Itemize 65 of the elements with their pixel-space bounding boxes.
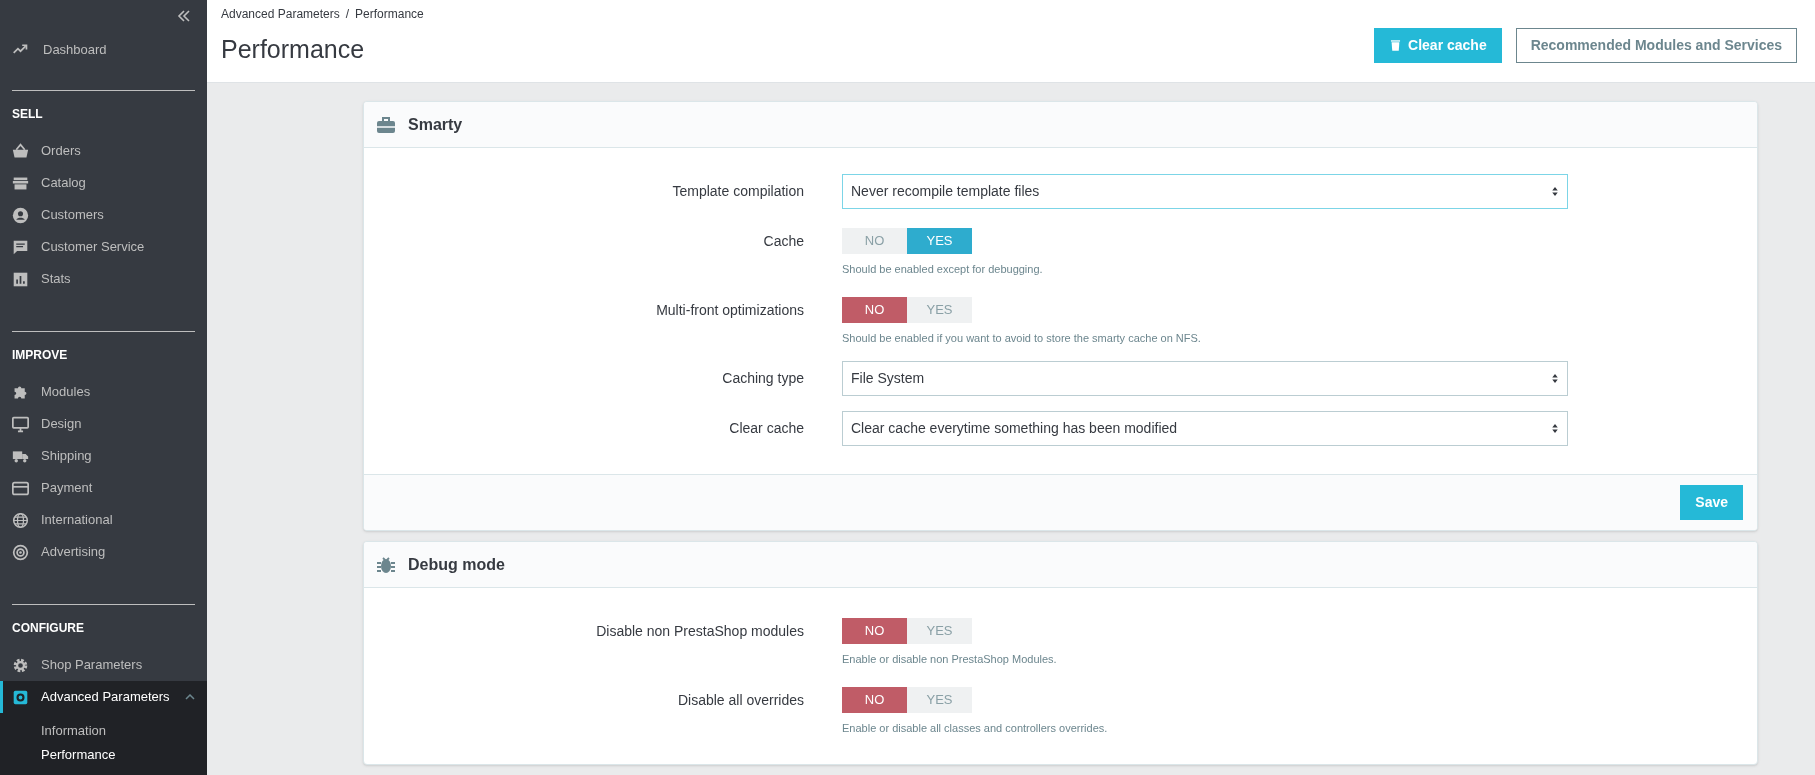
sidebar-item[interactable]: Advanced Parameters	[0, 681, 207, 713]
help-text: Enable or disable non PrestaShop Modules.	[842, 652, 1057, 667]
sidebar-item[interactable]: Shipping	[12, 440, 195, 472]
breadcrumb-separator: /	[345, 6, 350, 23]
globe-icon	[12, 511, 29, 529]
double-chevron-icon	[177, 10, 191, 22]
field-label: Disable non PrestaShop modules	[595, 622, 805, 641]
sidebar-item[interactable]: Advertising	[12, 536, 195, 568]
sort-arrows-icon	[1551, 186, 1559, 197]
field-label: Template compilation	[671, 182, 805, 201]
panel-title: Smarty	[408, 114, 463, 135]
toggle-option[interactable]: NO	[842, 296, 907, 323]
section-heading: CONFIGURE	[12, 620, 85, 637]
select-field[interactable]: Never recompile template files	[842, 174, 1568, 209]
submenu-item[interactable]: Information	[41, 719, 207, 743]
trash-icon	[1389, 38, 1403, 53]
panel-title: Debug mode	[408, 554, 505, 575]
sidebar-item[interactable]: International	[12, 504, 195, 536]
bar-chart-icon	[12, 270, 29, 288]
select-field[interactable]: Clear cache everytime something has been modified	[842, 411, 1568, 446]
toggle-switch[interactable]: NO YES	[842, 296, 1201, 323]
sidebar-item[interactable]: Customers	[12, 199, 195, 231]
monitor-icon	[12, 415, 29, 433]
chat-bubble-icon	[12, 238, 29, 256]
toggle-switch[interactable]: NO YES	[842, 618, 1057, 644]
field-label: Cache	[762, 232, 805, 251]
sidebar-item[interactable]: Orders	[12, 135, 195, 167]
chevron-icon	[185, 694, 195, 700]
sort-arrows-icon	[1551, 423, 1559, 434]
section-heading: IMPROVE	[12, 347, 69, 364]
toggle-option[interactable]: NO	[842, 618, 907, 644]
field-label: Disable all overrides	[676, 690, 805, 710]
sidebar-item[interactable]: Catalog	[12, 167, 195, 199]
recommended-modules-button[interactable]: Recommended Modules and Services	[1515, 28, 1797, 63]
page-title: Performance	[221, 34, 366, 65]
sidebar-item[interactable]: Modules	[12, 376, 195, 408]
sidebar-item[interactable]: Dashboard	[12, 40, 107, 60]
breadcrumb-link[interactable]: Performance	[355, 5, 424, 23]
help-text: Should be enabled except for debugging.	[842, 262, 1043, 277]
field-label: Caching type	[721, 369, 805, 388]
settings-icon	[12, 656, 29, 674]
settings-icon	[12, 688, 29, 706]
target-icon	[12, 543, 29, 561]
sidebar-item[interactable]: Design	[12, 408, 195, 440]
select-field[interactable]: File System	[842, 361, 1568, 396]
sidebar-item[interactable]: Shop Parameters	[12, 649, 195, 681]
help-text: Enable or disable all classes and controllers overrides.	[842, 720, 1108, 736]
help-text: Should be enabled if you want to avoid to store the smarty cache on NFS.	[842, 330, 1201, 346]
toggle-option[interactable]: NO	[842, 686, 907, 713]
sidebar-item[interactable]: Stats	[12, 263, 195, 295]
field-label: Multi-front optimizations	[655, 300, 805, 320]
toggle-switch[interactable]: NO YES	[842, 686, 1108, 713]
basket-icon	[12, 142, 29, 160]
breadcrumb-link[interactable]: Advanced Parameters	[221, 5, 340, 23]
sidebar-item[interactable]: Customer Service	[12, 231, 195, 263]
bug-icon	[376, 554, 396, 575]
sort-arrows-icon	[1551, 373, 1559, 384]
section-heading: SELL	[12, 106, 44, 123]
credit-card-icon	[12, 479, 29, 497]
user-circle-icon	[12, 206, 29, 224]
sidebar-item[interactable]: Payment	[12, 472, 195, 504]
briefcase-icon	[376, 114, 396, 135]
collapse-button[interactable]	[177, 10, 191, 22]
field-label: Clear cache	[728, 419, 805, 438]
submenu-item[interactable]: Performance	[41, 743, 207, 767]
